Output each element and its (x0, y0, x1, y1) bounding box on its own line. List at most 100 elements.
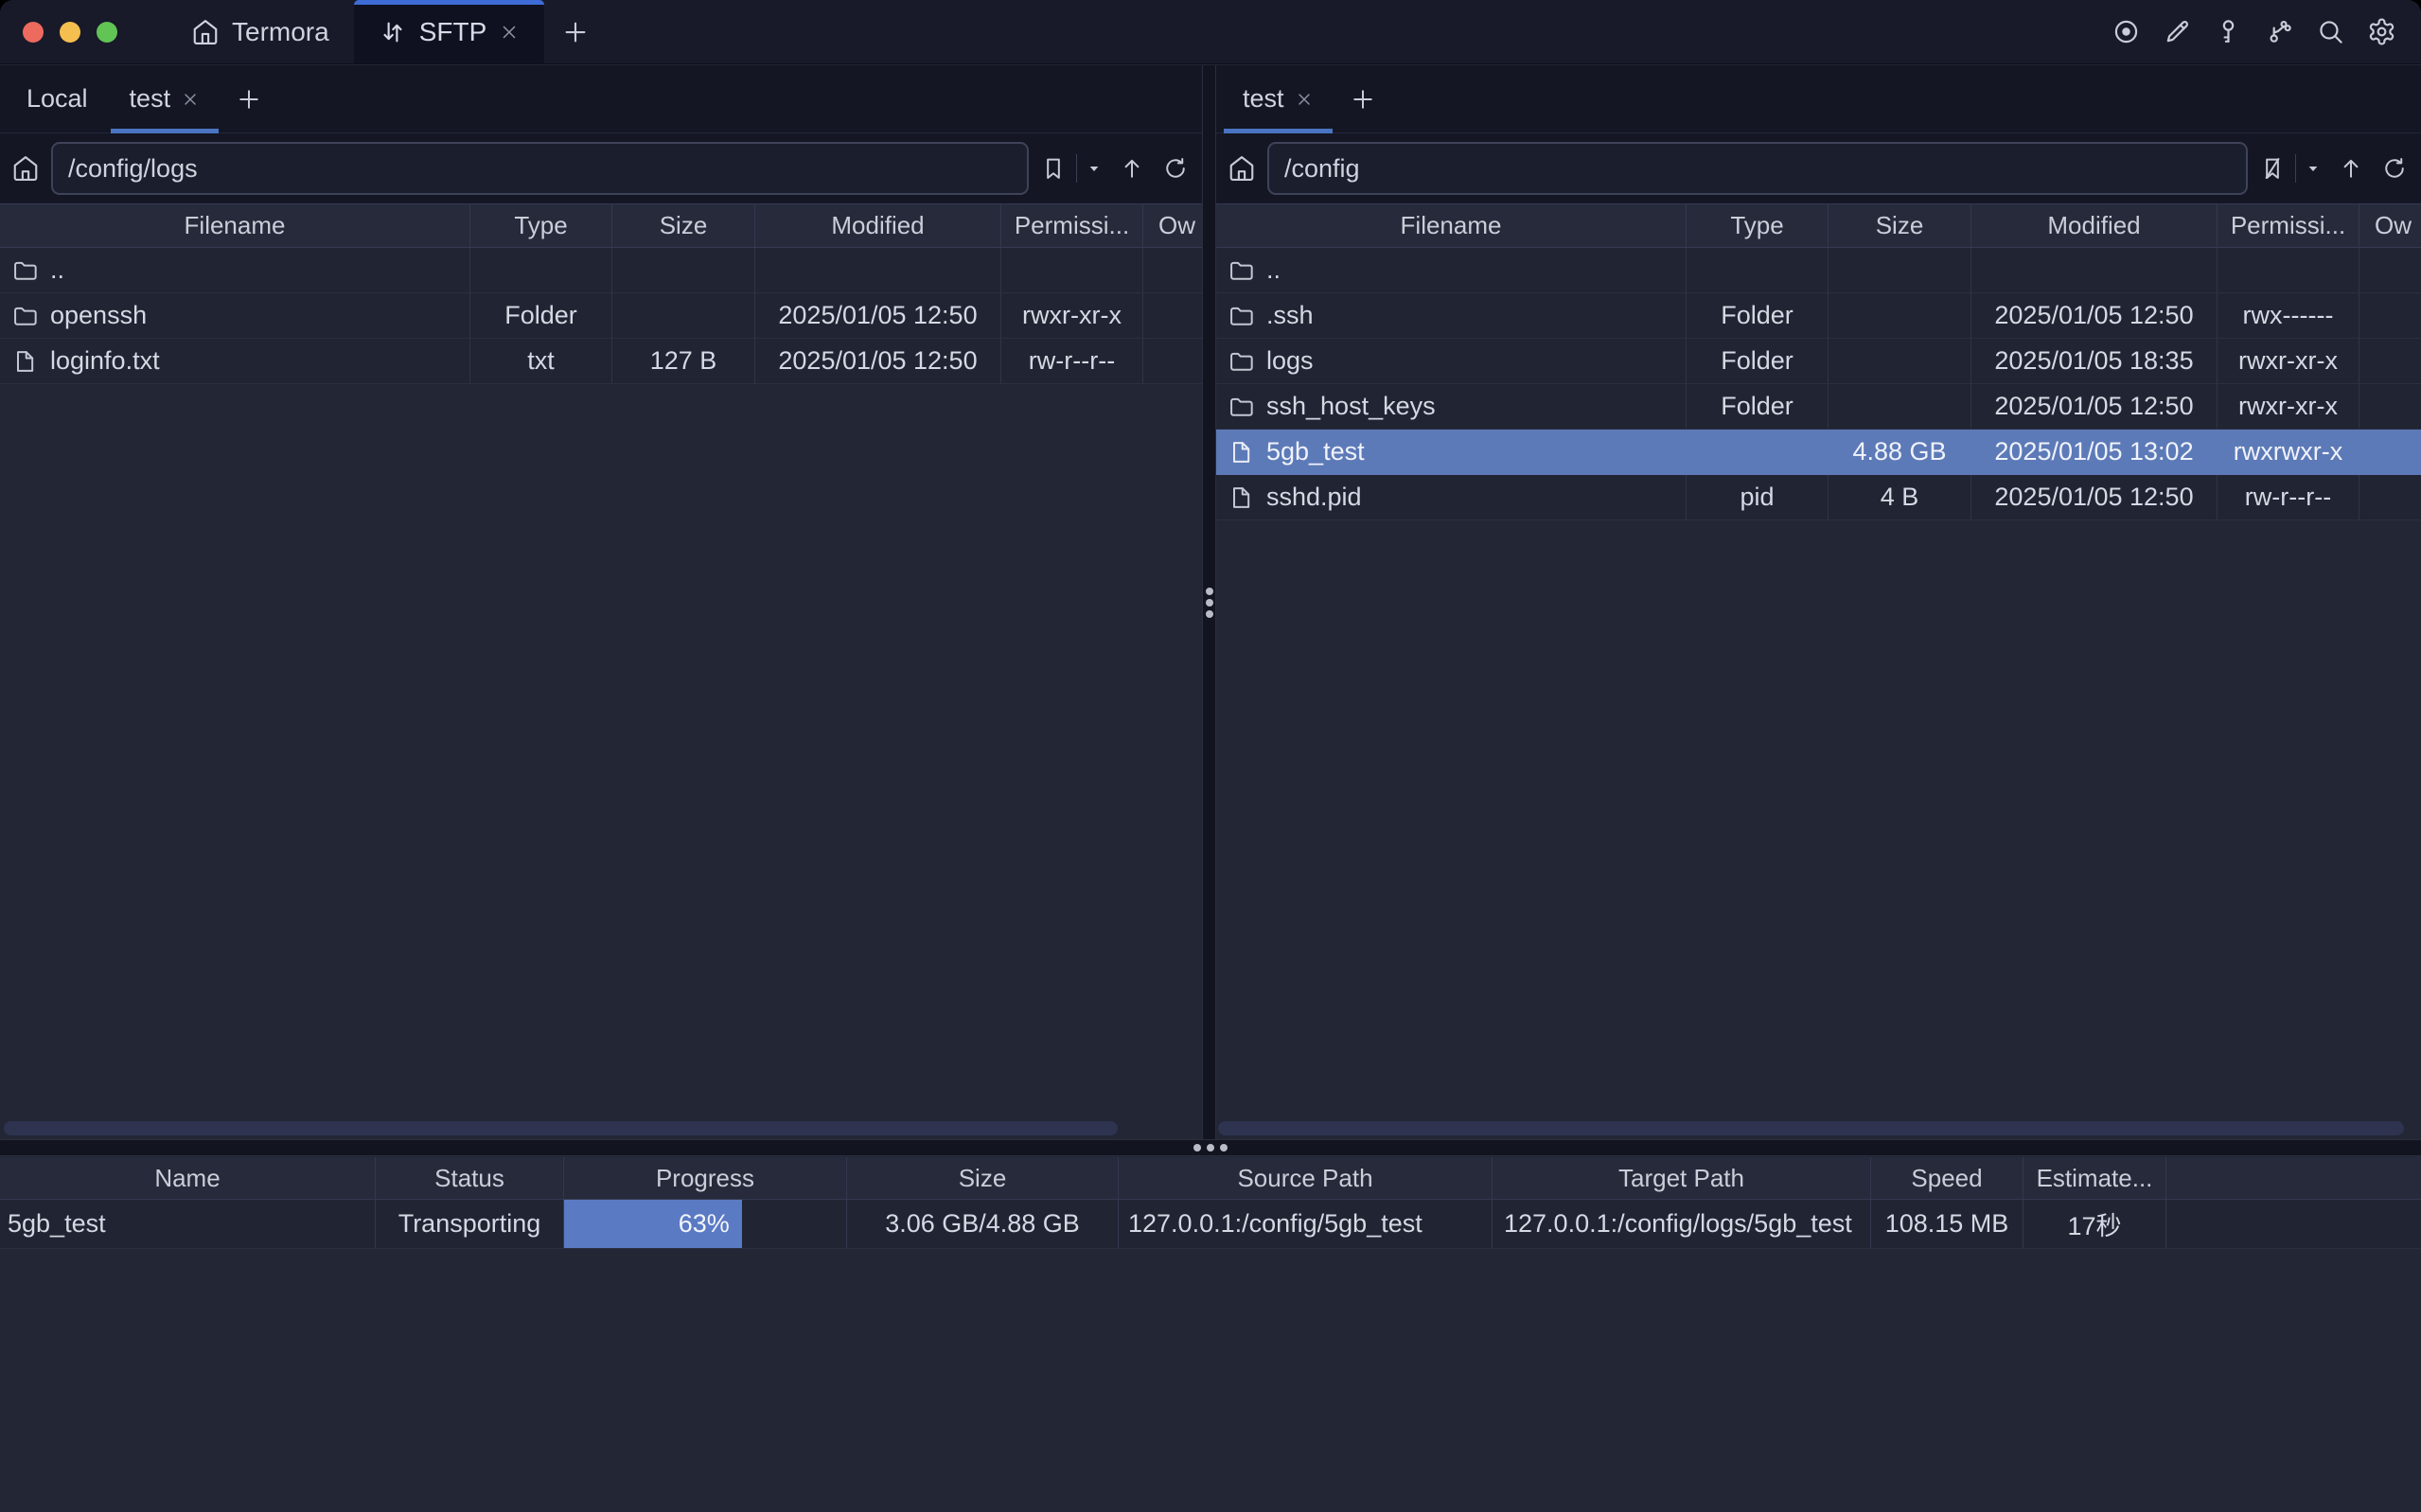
file-icon (1228, 484, 1254, 511)
column-header-size[interactable]: Size (1829, 204, 1971, 247)
tab-termora-home[interactable]: Termora (167, 0, 354, 63)
cell-type: Folder (1687, 339, 1829, 383)
right-path-bar (1216, 133, 2421, 203)
cell-size: 4 B (1829, 475, 1971, 519)
up-directory-icon[interactable] (1119, 155, 1145, 182)
tab-session-label: test (1243, 84, 1284, 114)
file-panes: Local test (0, 65, 2421, 1139)
bookmark-icon[interactable] (1040, 155, 1067, 182)
pane-splitter-handle[interactable] (1202, 65, 1216, 1139)
home-icon[interactable] (11, 154, 40, 183)
cell-source-path: 127.0.0.1:/config/5gb_test (1119, 1200, 1493, 1248)
file-icon (1228, 439, 1254, 466)
file-row[interactable]: .. (0, 248, 1202, 293)
divider (1076, 154, 1077, 183)
tab-local[interactable]: Local (6, 65, 109, 132)
column-header-type[interactable]: Type (470, 204, 612, 247)
file-row[interactable]: loginfo.txttxt127 B2025/01/05 12:50rw-r-… (0, 339, 1202, 384)
right-path-input[interactable] (1267, 142, 2248, 195)
refresh-icon[interactable] (1162, 155, 1189, 182)
chevron-down-icon[interactable] (2306, 161, 2321, 176)
titlebar-actions (2112, 0, 2421, 63)
refresh-icon[interactable] (2381, 155, 2408, 182)
new-tab-button[interactable] (544, 0, 607, 63)
column-header-target-path[interactable]: Target Path (1493, 1157, 1871, 1199)
file-icon (11, 348, 38, 375)
left-path-input[interactable] (51, 142, 1029, 195)
traffic-lights (0, 0, 142, 63)
cell-modified: 2025/01/05 18:35 (1971, 339, 2218, 383)
home-icon[interactable] (1228, 154, 1256, 183)
file-row[interactable]: .. (1216, 248, 2421, 293)
cell-modified: 2025/01/05 12:50 (755, 293, 1001, 338)
column-header-modified[interactable]: Modified (755, 204, 1001, 247)
cell-type (470, 248, 612, 292)
column-header-filename[interactable]: Filename (0, 204, 470, 247)
cell-status: Transporting (376, 1200, 564, 1248)
termora-window: Termora SFTP (0, 0, 2421, 1512)
transfer-arrows-icon (379, 18, 407, 46)
column-header-speed[interactable]: Speed (1871, 1157, 2023, 1199)
column-header-estimate[interactable]: Estimate... (2023, 1157, 2166, 1199)
cell-type: pid (1687, 475, 1829, 519)
column-header-blank (2166, 1157, 2421, 1199)
horizontal-scrollbar[interactable] (4, 1121, 1118, 1135)
cell-size (1829, 384, 1971, 429)
cell-size (1829, 339, 1971, 383)
key-icon[interactable] (2214, 17, 2243, 46)
column-header-filename[interactable]: Filename (1216, 204, 1687, 247)
bookmark-slash-icon[interactable] (2259, 155, 2286, 182)
branch-icon[interactable] (2265, 17, 2294, 46)
settings-icon[interactable] (2367, 17, 2396, 46)
folder-icon (11, 303, 38, 329)
column-header-modified[interactable]: Modified (1971, 204, 2218, 247)
transfer-row[interactable]: 5gb_test Transporting 63% 3.06 GB/4.88 G… (0, 1200, 2421, 1249)
add-pane-tab-button[interactable] (1334, 65, 1391, 132)
column-header-owner[interactable]: Ow (1143, 204, 1202, 247)
file-row[interactable]: .sshFolder2025/01/05 12:50rwx------ (1216, 293, 2421, 339)
horizontal-scrollbar[interactable] (1218, 1121, 2404, 1135)
close-tab-icon[interactable] (499, 22, 520, 43)
column-header-type[interactable]: Type (1687, 204, 1829, 247)
left-table-header: Filename Type Size Modified Permissi... … (0, 203, 1202, 248)
close-tab-icon[interactable] (1295, 90, 1314, 109)
close-tab-icon[interactable] (181, 90, 200, 109)
cell-name: 5gb_test (0, 1200, 376, 1248)
column-header-source-path[interactable]: Source Path (1119, 1157, 1493, 1199)
maximize-window-button[interactable] (97, 22, 117, 43)
record-icon[interactable] (2112, 17, 2141, 46)
cell-modified: 2025/01/05 12:50 (1971, 384, 2218, 429)
right-tabstrip: test (1216, 65, 2421, 133)
file-row[interactable]: ssh_host_keysFolder2025/01/05 12:50rwxr-… (1216, 384, 2421, 430)
cell-owner (1143, 339, 1202, 383)
cell-type: Folder (1687, 384, 1829, 429)
cell-filename: .ssh (1216, 293, 1687, 338)
cell-modified (755, 248, 1001, 292)
file-row[interactable]: opensshFolder2025/01/05 12:50rwxr-xr-x (0, 293, 1202, 339)
up-directory-icon[interactable] (2338, 155, 2364, 182)
cell-filename: openssh (0, 293, 470, 338)
tab-session-test[interactable]: test (109, 65, 221, 132)
column-header-status[interactable]: Status (376, 1157, 564, 1199)
column-header-permissions[interactable]: Permissi... (2218, 204, 2359, 247)
minimize-window-button[interactable] (60, 22, 80, 43)
transfer-panel: Name Status Progress Size Source Path Ta… (0, 1157, 2421, 1512)
edit-icon[interactable] (2163, 17, 2192, 46)
column-header-size[interactable]: Size (612, 204, 755, 247)
column-header-permissions[interactable]: Permissi... (1001, 204, 1143, 247)
file-row[interactable]: 5gb_test4.88 GB2025/01/05 13:02rwxrwxr-x (1216, 430, 2421, 475)
tab-sftp[interactable]: SFTP (354, 0, 545, 63)
add-pane-tab-button[interactable] (221, 65, 277, 132)
close-window-button[interactable] (23, 22, 44, 43)
column-header-owner[interactable]: Ow (2359, 204, 2421, 247)
file-row[interactable]: sshd.pidpid4 B2025/01/05 12:50rw-r--r-- (1216, 475, 2421, 520)
file-row[interactable]: logsFolder2025/01/05 18:35rwxr-xr-x (1216, 339, 2421, 384)
column-header-name[interactable]: Name (0, 1157, 376, 1199)
search-icon[interactable] (2316, 17, 2345, 46)
column-header-progress[interactable]: Progress (564, 1157, 847, 1199)
transfer-splitter-handle[interactable] (0, 1139, 2421, 1156)
tab-session-test[interactable]: test (1222, 65, 1334, 132)
column-header-size[interactable]: Size (847, 1157, 1119, 1199)
chevron-down-icon[interactable] (1087, 161, 1102, 176)
cell-size (1829, 248, 1971, 292)
